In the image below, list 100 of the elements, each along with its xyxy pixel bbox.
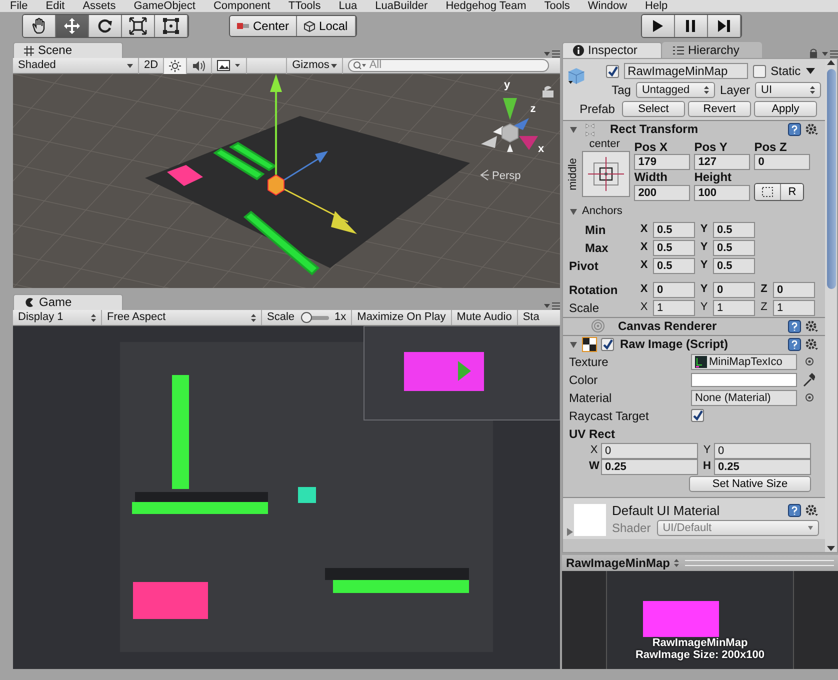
slider-thumb[interactable] [300, 312, 312, 322]
checkbox[interactable] [752, 64, 766, 78]
dropdown-arrow-icon[interactable] [806, 68, 815, 74]
set-native-size-button[interactable]: Set Native Size [689, 476, 811, 492]
lock-icon[interactable] [809, 48, 818, 58]
number-field[interactable]: 0.5 [713, 258, 755, 274]
number-field[interactable]: 0 [773, 282, 815, 298]
step-button[interactable] [708, 15, 741, 37]
perspective-icon [480, 170, 490, 180]
hand-tool-button[interactable] [23, 15, 56, 37]
gear-icon[interactable] [805, 123, 819, 136]
number-field[interactable]: 1 [773, 300, 815, 316]
number-field[interactable]: 0.5 [713, 222, 755, 238]
foldout-triangle-icon[interactable] [569, 207, 578, 216]
color-field[interactable] [691, 372, 797, 387]
prefab-button[interactable]: Apply [754, 101, 817, 117]
menu-item[interactable]: GameObject [134, 0, 196, 12]
pause-button[interactable] [675, 15, 708, 37]
play-button[interactable] [642, 15, 675, 37]
scale-tool-button[interactable] [122, 15, 155, 37]
help-book-icon[interactable] [788, 123, 801, 136]
object-picker-icon[interactable] [805, 393, 814, 402]
dashed-rect-icon [762, 186, 774, 197]
panel-menu-icon[interactable] [544, 302, 560, 310]
object-picker-icon[interactable] [805, 357, 814, 366]
number-field[interactable]: 179 [634, 154, 690, 170]
menu-item[interactable]: Window [588, 0, 628, 12]
move-gizmo-drawing[interactable] [268, 74, 357, 234]
layer-dropdown[interactable]: UI [755, 82, 821, 98]
shader-dropdown[interactable]: UI/Default [656, 520, 819, 536]
menu-item[interactable]: LuaBuilder [375, 0, 428, 12]
help-book-icon[interactable] [788, 320, 801, 333]
scene-tab[interactable]: Scene [13, 42, 123, 58]
number-field[interactable]: 0.25 [601, 458, 698, 475]
scrollbar-track[interactable] [825, 59, 837, 552]
pivot-button[interactable]: Local [297, 16, 356, 36]
tag-dropdown[interactable]: Untagged [636, 82, 715, 98]
checkbox[interactable] [606, 64, 619, 78]
number-field[interactable]: 100 [694, 184, 750, 201]
pivot-button[interactable]: Center [230, 16, 298, 36]
help-book-icon[interactable] [788, 504, 801, 518]
menu-item[interactable]: Edit [46, 0, 65, 12]
number-field[interactable]: 0 [653, 282, 695, 298]
rect-tool-button[interactable] [155, 15, 188, 37]
menu-item[interactable]: File [10, 0, 28, 12]
resize-grip[interactable] [685, 560, 834, 566]
lighting-toggle[interactable] [164, 58, 188, 74]
rotate-tool-button[interactable] [89, 15, 122, 37]
prefab-button[interactable]: Revert [688, 101, 751, 117]
number-field[interactable]: 0 [714, 442, 811, 459]
number-field[interactable]: 0.5 [653, 240, 695, 256]
anchor-preset-button[interactable] [582, 151, 630, 198]
menu-item[interactable]: Hedgehog Team [446, 0, 526, 12]
foldout-triangle-icon[interactable] [569, 340, 578, 349]
tag-label: Tag [612, 82, 631, 98]
gear-icon[interactable] [805, 320, 819, 333]
scroll-down-icon[interactable] [827, 546, 835, 552]
menu-item[interactable]: Tools [544, 0, 570, 12]
object-field[interactable]: MiniMapTexIco [691, 354, 797, 370]
number-field[interactable]: 1 [653, 300, 695, 316]
name-field[interactable]: RawImageMinMap [624, 63, 748, 79]
number-field[interactable]: 0.5 [653, 222, 695, 238]
checkbox[interactable] [601, 338, 614, 351]
number-field[interactable]: 0.25 [714, 458, 811, 475]
number-field[interactable]: 0 [754, 154, 810, 170]
number-field[interactable]: 127 [694, 154, 750, 170]
number-field[interactable]: 1 [713, 300, 755, 316]
scrollbar-thumb[interactable] [826, 69, 836, 289]
eyedropper-icon[interactable] [803, 372, 815, 387]
prefab-button[interactable]: Select [622, 101, 685, 117]
checkbox[interactable] [691, 409, 704, 422]
gear-icon[interactable] [805, 338, 819, 351]
inspector-tab[interactable]: Inspector [562, 42, 662, 58]
game-tab[interactable]: Game [13, 294, 123, 310]
game-toolbar-button[interactable]: Sta [518, 310, 544, 325]
menu-item[interactable]: Component [213, 0, 270, 12]
object-field[interactable]: None (Material) [691, 390, 797, 406]
texture-thumbnail-icon [695, 356, 707, 368]
blueprint-mode-button[interactable] [755, 184, 782, 200]
updown-arrow-icon [810, 86, 815, 94]
menu-item[interactable]: Lua [338, 0, 358, 12]
panel-menu-icon[interactable] [822, 50, 838, 58]
move-tool-button[interactable] [56, 15, 89, 37]
number-field[interactable]: 0 [713, 282, 755, 298]
number-field[interactable]: 0.5 [713, 240, 755, 256]
menu-item[interactable]: TTools [288, 0, 321, 12]
scroll-up-icon[interactable] [827, 59, 835, 65]
gear-icon[interactable] [805, 504, 819, 518]
panel-menu-icon[interactable] [544, 50, 560, 58]
number-field[interactable]: 0.5 [653, 258, 695, 274]
raw-edit-button[interactable]: R [781, 184, 804, 200]
menu-item[interactable]: Assets [82, 0, 116, 12]
foldout-triangle-icon[interactable] [569, 125, 578, 134]
axis-gizmo-drawing[interactable] [481, 98, 538, 152]
number-field[interactable]: 200 [634, 184, 690, 201]
collapsed-triangle-icon[interactable] [567, 528, 573, 536]
menu-item[interactable]: Help [645, 0, 668, 12]
hierarchy-tab[interactable]: Hierarchy [662, 42, 762, 58]
number-field[interactable]: 0 [601, 442, 698, 459]
help-book-icon[interactable] [788, 338, 801, 351]
